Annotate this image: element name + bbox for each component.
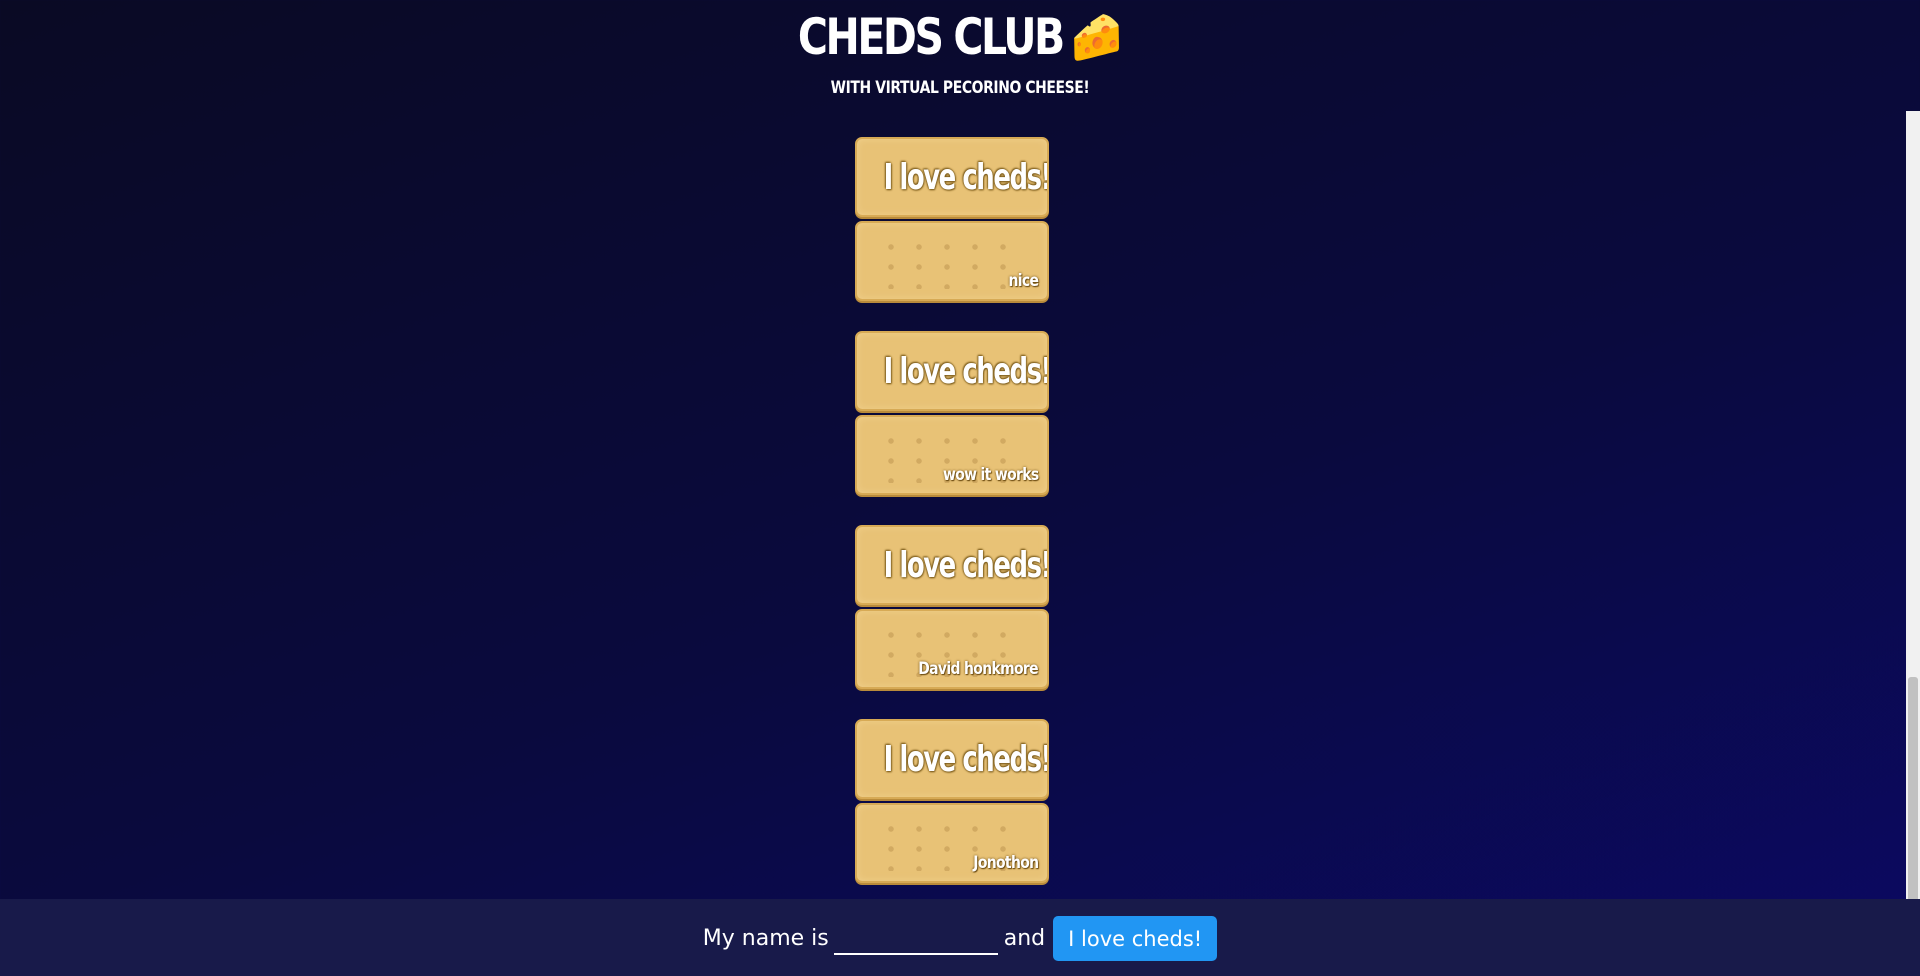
cracker-bottom: Jonothon — [855, 803, 1049, 883]
cheds-message: I love cheds! — [883, 351, 1049, 392]
scrollbar-track[interactable] — [1906, 111, 1920, 976]
cheds-author: David honkmore — [918, 659, 1038, 679]
cheds-item: I love cheds! nice — [855, 137, 1049, 301]
footer-bar: My name is and I love cheds! — [0, 899, 1920, 976]
cheds-author: nice — [1008, 271, 1038, 291]
cheds-item: I love cheds! wow it works — [855, 331, 1049, 495]
cracker-top: I love cheds! — [855, 719, 1049, 799]
i-love-cheds-button[interactable]: I love cheds! — [1053, 916, 1218, 961]
cracker-top: I love cheds! — [855, 525, 1049, 605]
cracker-bottom: David honkmore — [855, 609, 1049, 689]
page-title-text: CHEDS CLUB — [797, 8, 1065, 66]
name-input[interactable] — [833, 922, 998, 955]
cracker-top: I love cheds! — [855, 331, 1049, 411]
form-conjunction-label: and — [1003, 926, 1046, 951]
cheds-message: I love cheds! — [883, 739, 1049, 780]
page-title: CHEDS CLUB 🧀 — [173, 6, 1747, 68]
form-prefix-label: My name is — [702, 926, 829, 951]
cheds-item: I love cheds! David honkmore — [855, 525, 1049, 689]
cheds-feed: I love cheds! nice I love cheds! wow it … — [855, 137, 1049, 913]
cracker-bottom: nice — [855, 221, 1049, 301]
page-subtitle: WITH VIRTUAL PECORINO CHEESE! — [830, 78, 1090, 98]
cheese-icon: 🧀 — [1071, 8, 1123, 66]
cracker-bottom: wow it works — [855, 415, 1049, 495]
cheds-message: I love cheds! — [883, 545, 1049, 586]
cheds-message: I love cheds! — [883, 157, 1049, 198]
cheds-item: I love cheds! Jonothon — [855, 719, 1049, 883]
cracker-dots — [877, 237, 1017, 289]
cheds-author: Jonothon — [972, 853, 1039, 873]
cheds-form: My name is and I love cheds! — [0, 916, 1920, 961]
cracker-top: I love cheds! — [855, 137, 1049, 217]
cheds-author: wow it works — [942, 465, 1038, 485]
